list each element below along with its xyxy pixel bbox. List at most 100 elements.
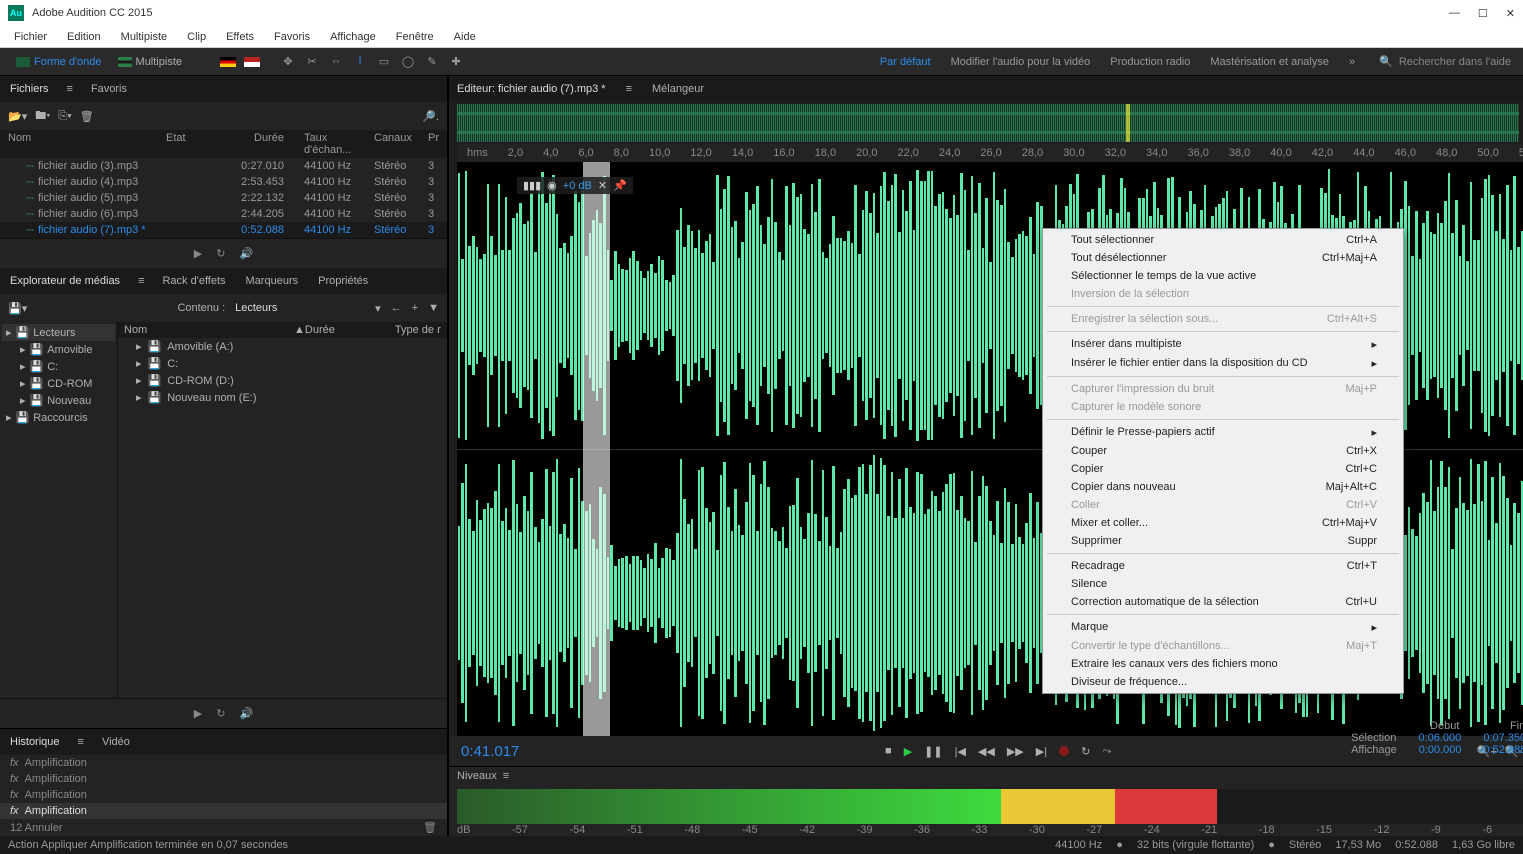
- time-select-tool-icon[interactable]: I: [352, 55, 368, 68]
- heal-tool-icon[interactable]: ✚: [448, 55, 464, 68]
- tree-item[interactable]: ▸💾Lecteurs: [2, 324, 115, 341]
- properties-tab[interactable]: Propriétés: [316, 271, 370, 291]
- flag-de-icon[interactable]: [220, 57, 236, 67]
- menu-effets[interactable]: Effets: [218, 29, 262, 45]
- search-icon[interactable]: 🔍: [1379, 55, 1393, 68]
- marquee-tool-icon[interactable]: ▭: [376, 55, 392, 68]
- menu-aide[interactable]: Aide: [446, 29, 484, 45]
- autoplay-icon[interactable]: 🔊: [239, 707, 253, 720]
- mb-col-name[interactable]: Nom: [124, 324, 314, 336]
- context-menu-item[interactable]: Définir le Presse-papiers actif▸: [1043, 423, 1403, 442]
- mb-col-dur[interactable]: Durée: [305, 324, 395, 336]
- minimize-button[interactable]: —: [1449, 7, 1460, 20]
- video-tab[interactable]: Vidéo: [100, 732, 132, 752]
- flag-us-icon[interactable]: [244, 57, 260, 67]
- favorites-tab[interactable]: Favoris: [89, 79, 129, 99]
- context-menu-item[interactable]: CouperCtrl+X: [1043, 442, 1403, 460]
- workspace-video[interactable]: Modifier l'audio pour la vidéo: [951, 56, 1091, 68]
- rewind-button[interactable]: ◀◀: [978, 745, 995, 758]
- play-preview-icon[interactable]: ▶: [194, 707, 202, 720]
- drive-icon[interactable]: 💾▾: [8, 302, 27, 315]
- skip-selection-icon[interactable]: ⤳: [1102, 745, 1111, 758]
- mb-col-type[interactable]: Type de r: [395, 324, 441, 336]
- tree-item[interactable]: ▸💾Amovible: [2, 341, 115, 358]
- tree-item[interactable]: ▸💾C:: [2, 358, 115, 375]
- effects-rack-tab[interactable]: Rack d'effets: [160, 271, 227, 291]
- skip-start-button[interactable]: |◀: [955, 745, 966, 758]
- sel-end[interactable]: 0:07.350: [1481, 732, 1523, 744]
- menu-fichier[interactable]: Fichier: [6, 29, 55, 45]
- list-item[interactable]: ▸💾Amovible (A:): [118, 338, 447, 355]
- play-preview-icon[interactable]: ▶: [194, 247, 202, 260]
- list-item[interactable]: ▸💾Nouveau nom (E:): [118, 389, 447, 406]
- back-icon[interactable]: ←: [391, 302, 402, 314]
- context-menu-item[interactable]: Insérer dans multipiste▸: [1043, 335, 1403, 354]
- workspace-radio[interactable]: Production radio: [1110, 56, 1190, 68]
- file-row[interactable]: ⎓ fichier audio (5).mp32:22.13244100 HzS…: [0, 190, 447, 206]
- menu-multipiste[interactable]: Multipiste: [113, 29, 175, 45]
- razor-tool-icon[interactable]: ✂: [304, 55, 320, 68]
- context-menu-item[interactable]: Silence: [1043, 575, 1403, 593]
- hud-controls[interactable]: ▮▮▮ ◉ +0 dB ✕ 📌: [517, 177, 633, 194]
- context-menu-item[interactable]: Mixer et coller...Ctrl+Maj+V: [1043, 514, 1403, 532]
- loop-preview-icon[interactable]: ↻: [216, 707, 225, 720]
- editor-tab[interactable]: Editeur: fichier audio (7).mp3 *: [457, 83, 606, 95]
- view-start[interactable]: 0:00.000: [1417, 744, 1462, 756]
- file-row[interactable]: ⎓ fichier audio (3).mp30:27.01044100 HzS…: [0, 158, 447, 174]
- context-menu-item[interactable]: Tout désélectionnerCtrl+Maj+A: [1043, 249, 1403, 267]
- context-menu-item[interactable]: RecadrageCtrl+T: [1043, 557, 1403, 575]
- trash-icon[interactable]: 🗑: [423, 821, 437, 834]
- open-file-icon[interactable]: 📂▾: [8, 110, 27, 123]
- overview-waveform[interactable]: [457, 104, 1519, 142]
- panel-menu-icon[interactable]: ≡: [67, 83, 73, 95]
- markers-tab[interactable]: Marqueurs: [244, 271, 301, 291]
- menu-edition[interactable]: Edition: [59, 29, 109, 45]
- stop-button[interactable]: ■: [885, 745, 892, 757]
- context-menu-item[interactable]: Extraire les canaux vers des fichiers mo…: [1043, 655, 1403, 673]
- close-file-icon[interactable]: 🗑: [80, 110, 94, 123]
- tree-item[interactable]: ▸💾CD-ROM: [2, 375, 115, 392]
- panel-menu-icon[interactable]: ≡: [78, 736, 84, 748]
- hud-knob-icon[interactable]: ◉: [547, 179, 557, 192]
- history-item[interactable]: fxAmplification: [0, 803, 447, 819]
- context-menu-item[interactable]: Tout sélectionnerCtrl+A: [1043, 231, 1403, 249]
- waveform-view-button[interactable]: Forme d'onde: [8, 54, 110, 70]
- time-ruler[interactable]: hms 2,04,06,08,010,012,014,016,018,020,0…: [457, 144, 1523, 162]
- tree-item[interactable]: ▸💾Nouveau: [2, 392, 115, 409]
- filter-icon[interactable]: ▼: [428, 302, 439, 314]
- multitrack-view-button[interactable]: Multipiste: [110, 54, 190, 70]
- loop-preview-icon[interactable]: ↻: [216, 247, 225, 260]
- panel-menu-icon[interactable]: ≡: [138, 275, 144, 287]
- hud-db[interactable]: +0 dB: [563, 180, 592, 192]
- new-file-icon[interactable]: 🖿▾: [35, 107, 50, 126]
- pause-button[interactable]: ❚❚: [924, 745, 942, 758]
- brush-tool-icon[interactable]: ✎: [424, 55, 440, 68]
- file-row[interactable]: ⎓ fichier audio (6).mp32:44.20544100 HzS…: [0, 206, 447, 222]
- autoplay-icon[interactable]: 🔊: [239, 247, 253, 260]
- file-row[interactable]: ⎓ fichier audio (7).mp3 *0:52.08844100 H…: [0, 222, 447, 238]
- insert-icon[interactable]: ⎘▾: [58, 110, 71, 123]
- files-tab[interactable]: Fichiers: [8, 79, 51, 99]
- levels-tab[interactable]: Niveaux: [457, 770, 497, 782]
- menu-affichage[interactable]: Affichage: [322, 29, 384, 45]
- menu-clip[interactable]: Clip: [179, 29, 214, 45]
- move-tool-icon[interactable]: ✥: [280, 55, 296, 68]
- search-input[interactable]: Rechercher dans l'aide: [1399, 56, 1511, 68]
- sel-start[interactable]: 0:06.000: [1416, 732, 1461, 744]
- history-item[interactable]: fxAmplification: [0, 755, 447, 771]
- context-menu-item[interactable]: Diviseur de fréquence...: [1043, 673, 1403, 691]
- loop-button[interactable]: ↻: [1081, 745, 1090, 758]
- filter-search-icon[interactable]: 🔎.: [422, 110, 439, 123]
- maximize-button[interactable]: ☐: [1478, 7, 1488, 20]
- workspace-default[interactable]: Par défaut: [880, 56, 931, 68]
- media-browser-tab[interactable]: Explorateur de médias: [8, 271, 122, 291]
- workspace-master[interactable]: Mastérisation et analyse: [1210, 56, 1329, 68]
- panel-menu-icon[interactable]: ≡: [626, 83, 632, 95]
- content-dropdown[interactable]: Lecteurs: [235, 302, 365, 314]
- add-shortcut-icon[interactable]: +: [412, 302, 418, 314]
- menu-favoris[interactable]: Favoris: [266, 29, 318, 45]
- context-menu-item[interactable]: Insérer le fichier entier dans la dispos…: [1043, 354, 1403, 373]
- context-menu-item[interactable]: CopierCtrl+C: [1043, 460, 1403, 478]
- tree-item[interactable]: ▸💾Raccourcis: [2, 409, 115, 426]
- hud-bars-icon[interactable]: ▮▮▮: [523, 179, 541, 192]
